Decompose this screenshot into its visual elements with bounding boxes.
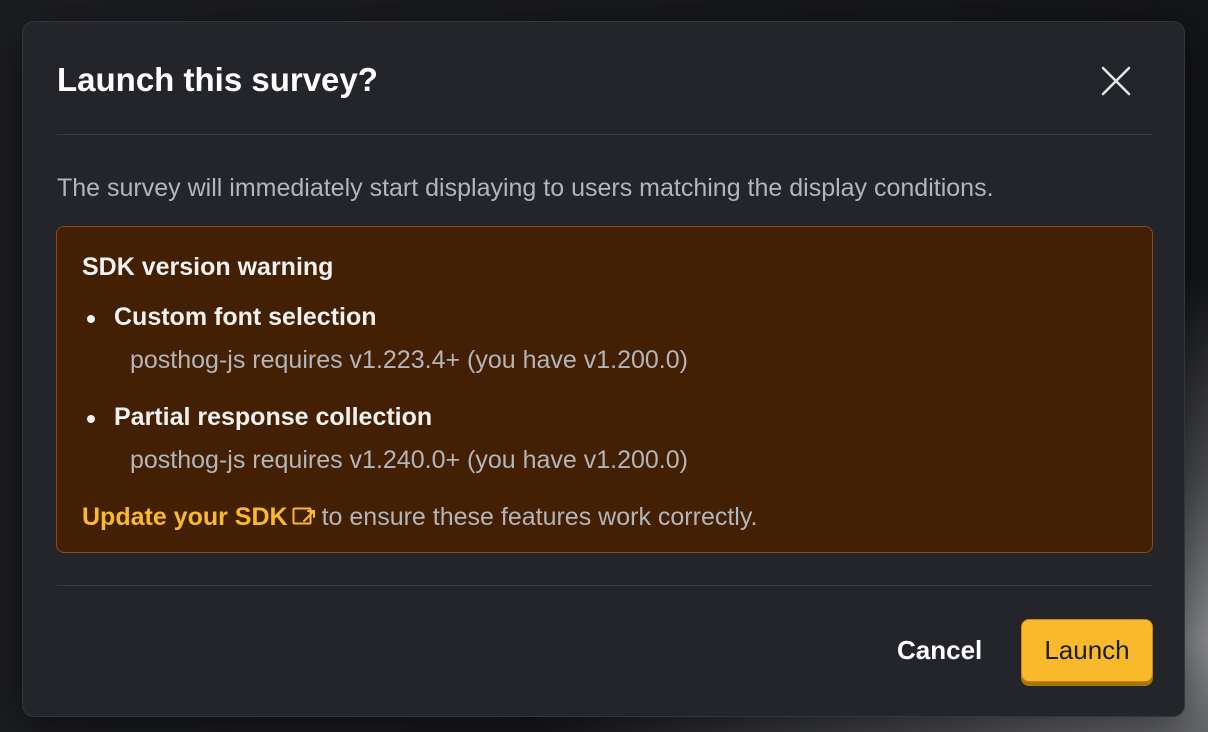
warning-title: SDK version warning [82,253,334,281]
update-sdk-suffix: to ensure these features work correctly. [321,503,758,531]
sdk-warning-box: SDK version warning Custom font selectio… [56,226,1153,553]
launch-button[interactable]: Launch [1021,619,1153,682]
dialog-title: Launch this survey? [57,61,378,98]
bullet-icon [87,415,95,423]
footer-divider [57,585,1153,586]
launch-survey-dialog: Launch this survey? The survey will imme… [22,21,1185,717]
dialog-description: The survey will immediately start displa… [57,174,994,202]
update-sdk-line: Update your SDK to ensure these features… [82,501,757,533]
feature-name: Partial response collection [114,403,433,431]
feature-requirement: posthog-js requires v1.240.0+ (you have … [130,446,688,474]
close-button[interactable] [1095,60,1137,102]
bullet-icon [87,315,95,323]
close-icon [1101,66,1131,96]
update-sdk-link[interactable]: Update your SDK [82,503,322,531]
cancel-button[interactable]: Cancel [887,628,992,672]
feature-name: Custom font selection [114,303,377,331]
feature-requirement: posthog-js requires v1.223.4+ (you have … [130,346,688,374]
update-sdk-link-label: Update your SDK [82,503,288,531]
external-link-icon [292,507,315,525]
header-divider [57,134,1153,135]
